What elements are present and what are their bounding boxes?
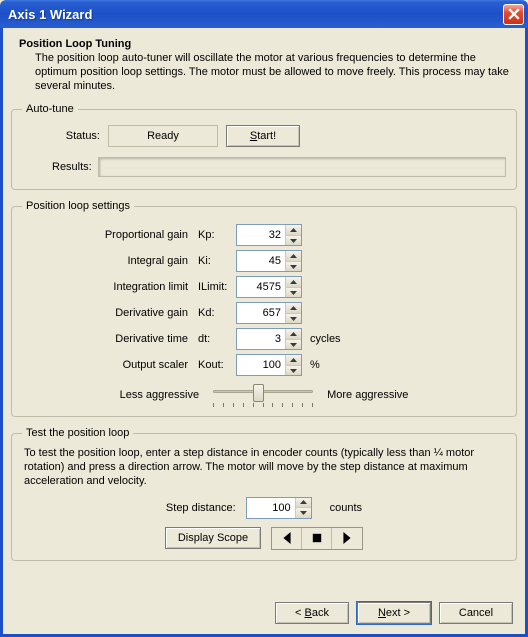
- param-input[interactable]: [237, 303, 285, 323]
- param-row: Proportional gainKp:: [22, 224, 506, 246]
- param-suffix: cycles: [310, 333, 341, 345]
- test-legend: Test the position loop: [22, 427, 133, 439]
- slider-more-label: More aggressive: [327, 389, 408, 401]
- param-symbol: Kout:: [198, 359, 236, 371]
- param-input[interactable]: [237, 277, 285, 297]
- autotune-group: Auto-tune Status: Ready Start! Results:: [11, 103, 517, 190]
- param-row: Derivative timedt: cycles: [22, 328, 506, 350]
- spin-down-button[interactable]: [286, 236, 301, 246]
- spin-down-button[interactable]: [286, 314, 301, 324]
- back-button[interactable]: < Back: [275, 602, 349, 624]
- param-symbol: Ki:: [198, 255, 236, 267]
- param-spinner[interactable]: [236, 276, 302, 298]
- spin-up-button[interactable]: [286, 329, 301, 340]
- close-button[interactable]: [503, 4, 524, 25]
- spin-up-button[interactable]: [286, 277, 301, 288]
- param-row: Derivative gainKd:: [22, 302, 506, 324]
- status-box: Ready: [108, 125, 218, 147]
- spin-down-button[interactable]: [286, 288, 301, 298]
- spin-down-button[interactable]: [286, 340, 301, 350]
- param-label: Proportional gain: [22, 229, 198, 241]
- start-button-tail: tart!: [257, 130, 276, 142]
- page-title: Position Loop Tuning: [19, 38, 517, 50]
- param-label: Derivative time: [22, 333, 198, 345]
- motion-arrow-bar: [271, 527, 363, 550]
- move-right-button[interactable]: [332, 528, 362, 549]
- stop-button[interactable]: [302, 528, 332, 549]
- spin-up-button[interactable]: [286, 225, 301, 236]
- spin-down-button[interactable]: [286, 262, 301, 272]
- status-value: Ready: [147, 130, 179, 142]
- move-left-button[interactable]: [272, 528, 302, 549]
- param-spinner[interactable]: [236, 302, 302, 324]
- param-symbol: Kp:: [198, 229, 236, 241]
- step-distance-label: Step distance:: [166, 502, 236, 514]
- param-spinner[interactable]: [236, 250, 302, 272]
- spin-up-button[interactable]: [286, 251, 301, 262]
- display-scope-button[interactable]: Display Scope: [165, 527, 261, 549]
- start-button[interactable]: Start!: [226, 125, 300, 147]
- autotune-legend: Auto-tune: [22, 103, 78, 115]
- param-label: Integral gain: [22, 255, 198, 267]
- page-intro: The position loop auto-tuner will oscill…: [35, 52, 509, 93]
- window-title: Axis 1 Wizard: [8, 7, 503, 22]
- results-box: [98, 157, 506, 177]
- slider-thumb[interactable]: [253, 384, 264, 402]
- wizard-footer: < Back Next > Cancel: [275, 602, 513, 624]
- test-group: Test the position loop To test the posit…: [11, 427, 517, 560]
- results-label: Results:: [52, 161, 92, 173]
- spin-down-button[interactable]: [296, 508, 311, 518]
- spin-up-button[interactable]: [286, 355, 301, 366]
- step-distance-suffix: counts: [330, 502, 362, 514]
- param-label: Derivative gain: [22, 307, 198, 319]
- settings-legend: Position loop settings: [22, 200, 134, 212]
- settings-group: Position loop settings Proportional gain…: [11, 200, 517, 417]
- param-symbol: Kd:: [198, 307, 236, 319]
- param-input[interactable]: [237, 355, 285, 375]
- status-label: Status:: [52, 130, 100, 142]
- next-button[interactable]: Next >: [357, 602, 431, 624]
- param-spinner[interactable]: [236, 224, 302, 246]
- spin-up-button[interactable]: [296, 498, 311, 509]
- stop-icon: [311, 532, 323, 544]
- cancel-button[interactable]: Cancel: [439, 602, 513, 624]
- spin-down-button[interactable]: [286, 366, 301, 376]
- param-spinner[interactable]: [236, 328, 302, 350]
- client-area: Position Loop Tuning The position loop a…: [0, 28, 528, 637]
- close-icon: [508, 8, 520, 20]
- arrow-right-icon: [341, 532, 353, 544]
- step-distance-input[interactable]: [247, 498, 295, 518]
- param-suffix: %: [310, 359, 320, 371]
- param-input[interactable]: [237, 225, 285, 245]
- param-spinner[interactable]: [236, 354, 302, 376]
- step-distance-spinner[interactable]: [246, 497, 312, 519]
- spin-up-button[interactable]: [286, 303, 301, 314]
- param-input[interactable]: [237, 251, 285, 271]
- param-row: Integration limitILimit:: [22, 276, 506, 298]
- param-symbol: dt:: [198, 333, 236, 345]
- param-row: Output scalerKout:%: [22, 354, 506, 376]
- param-row: Integral gainKi:: [22, 250, 506, 272]
- titlebar: Axis 1 Wizard: [0, 0, 528, 28]
- slider-less-label: Less aggressive: [120, 389, 200, 401]
- arrow-left-icon: [281, 532, 293, 544]
- test-instructions: To test the position loop, enter a step …: [24, 447, 504, 488]
- param-symbol: ILimit:: [198, 281, 236, 293]
- param-label: Output scaler: [22, 359, 198, 371]
- aggressiveness-slider[interactable]: [213, 384, 313, 406]
- param-label: Integration limit: [22, 281, 198, 293]
- param-input[interactable]: [237, 329, 285, 349]
